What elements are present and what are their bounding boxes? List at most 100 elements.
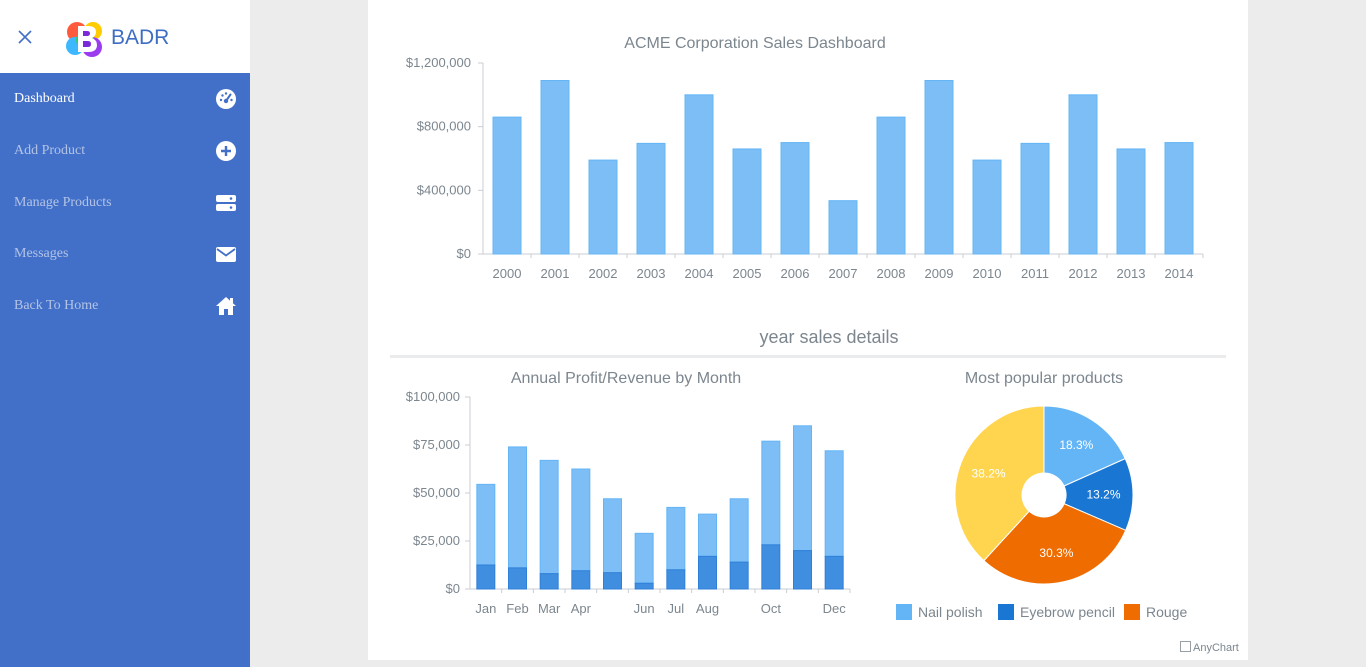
- home-icon: [216, 297, 236, 315]
- brand-bar: BADR: [0, 0, 250, 73]
- envelope-icon: [216, 247, 236, 262]
- x-tick-label: 2006: [781, 266, 810, 281]
- bar-revenue: [571, 468, 591, 572]
- x-tick-label: Feb: [506, 601, 528, 616]
- bar: [780, 142, 810, 255]
- plus-circle-icon: [216, 141, 236, 161]
- bar: [828, 200, 858, 255]
- y-tick-label: $25,000: [413, 533, 460, 548]
- bar: [924, 80, 954, 255]
- legend-swatch: [998, 604, 1014, 620]
- sidebar-item-back-to-home[interactable]: Back To Home: [0, 283, 250, 329]
- x-tick-label: Dec: [823, 601, 847, 616]
- server-icon: [216, 195, 236, 211]
- sidebar: BADR Dashboard Add Product Manage Produc…: [0, 0, 250, 667]
- bar: [876, 116, 906, 255]
- x-tick-label: Oct: [761, 601, 782, 616]
- sidebar-item-label: Dashboard: [14, 91, 75, 106]
- sidebar-item-dashboard[interactable]: Dashboard: [0, 76, 250, 122]
- chart-title: ACME Corporation Sales Dashboard: [624, 35, 885, 52]
- badr-logo[interactable]: [65, 20, 105, 58]
- close-icon[interactable]: [14, 26, 36, 48]
- bar-revenue: [793, 425, 812, 552]
- bar: [588, 159, 618, 255]
- bar-profit: [761, 544, 781, 590]
- bar: [540, 80, 570, 255]
- x-tick-label: 2007: [829, 266, 858, 281]
- legend-item-label: Rouge: [1146, 604, 1187, 620]
- bar-profit: [729, 561, 749, 590]
- sales-bar-chart: ACME Corporation Sales Dashboard $0 $400,…: [406, 35, 1204, 281]
- bar-profit: [666, 569, 686, 590]
- divider: [390, 355, 1226, 358]
- bar: [684, 94, 714, 255]
- chart-title: Annual Profit/Revenue by Month: [511, 370, 741, 387]
- x-tick-label: 2008: [877, 266, 906, 281]
- legend-swatch: [1124, 604, 1140, 620]
- bar: [972, 159, 1002, 255]
- x-tick-label: Jul: [668, 601, 685, 616]
- sidebar-item-manage-products[interactable]: Manage Products: [0, 180, 250, 226]
- y-tick-label: $100,000: [406, 389, 460, 404]
- bar-profit: [634, 582, 654, 590]
- bar-profit: [476, 564, 496, 590]
- slice-label: 13.2%: [1086, 488, 1120, 502]
- sidebar-item-label: Manage Products: [14, 195, 112, 210]
- slice-label: 30.3%: [1039, 546, 1073, 560]
- bar-revenue: [603, 498, 622, 574]
- popular-products-pie: Most popular products 18.3% 13.2% 30.3% 38.…: [896, 370, 1187, 620]
- bar: [636, 142, 666, 255]
- sidebar-item-messages[interactable]: Messages: [0, 231, 250, 277]
- bar: [732, 148, 762, 255]
- y-tick-label: $1,200,000: [406, 55, 471, 70]
- legend-item-label: Eyebrow pencil: [1020, 604, 1115, 620]
- bar: [1164, 142, 1194, 255]
- bar-revenue: [824, 450, 844, 557]
- brand-name[interactable]: BADR: [111, 26, 169, 50]
- x-tick-label: 2000: [493, 266, 522, 281]
- x-tick-label: Jun: [634, 601, 655, 616]
- section-title: year sales details: [759, 327, 899, 347]
- x-tick-label: 2003: [637, 266, 666, 281]
- bar-revenue: [729, 498, 749, 563]
- x-tick-label: Jan: [475, 601, 496, 616]
- bar-profit: [793, 550, 812, 590]
- bar-profit: [571, 570, 591, 590]
- bar-revenue: [666, 506, 686, 571]
- sidebar-item-label: Messages: [14, 246, 69, 261]
- bar-revenue: [476, 483, 496, 566]
- bar: [1020, 142, 1050, 255]
- y-tick-label: $800,000: [417, 119, 471, 134]
- y-tick-label: $0: [446, 581, 460, 596]
- x-tick-label: 2012: [1069, 266, 1098, 281]
- chart-title: Most popular products: [965, 370, 1123, 387]
- sidebar-item-add-product[interactable]: Add Product: [0, 128, 250, 174]
- y-tick-label: $75,000: [413, 437, 460, 452]
- y-tick-label: $0: [457, 246, 471, 261]
- credit-label: AnyChart: [1193, 642, 1239, 654]
- bar: [1116, 148, 1146, 255]
- y-tick-label: $50,000: [413, 485, 460, 500]
- x-tick-label: 2014: [1165, 266, 1194, 281]
- slice-label: 18.3%: [1059, 438, 1093, 452]
- bar: [492, 116, 522, 255]
- x-tick-label: 2004: [685, 266, 714, 281]
- bar-revenue: [508, 446, 527, 569]
- x-tick-label: 2010: [973, 266, 1002, 281]
- bar-profit: [824, 555, 844, 590]
- bar-profit: [539, 573, 559, 590]
- bar-revenue: [761, 440, 781, 546]
- x-tick-label: 2013: [1117, 266, 1146, 281]
- bar-revenue: [634, 532, 654, 584]
- dashboard-gauge-icon: [216, 89, 236, 109]
- slice-label: 38.2%: [972, 466, 1006, 480]
- y-tick-label: $400,000: [417, 182, 471, 197]
- x-tick-label: 2011: [1021, 266, 1049, 281]
- bar-profit: [508, 567, 527, 590]
- sidebar-item-label: Add Product: [14, 143, 86, 158]
- x-tick-label: Mar: [538, 601, 561, 616]
- x-tick-label: 2009: [925, 266, 954, 281]
- anychart-credit[interactable]: AnyChart: [1180, 641, 1239, 654]
- sidebar-item-label: Back To Home: [14, 298, 99, 313]
- bar-revenue: [698, 513, 717, 557]
